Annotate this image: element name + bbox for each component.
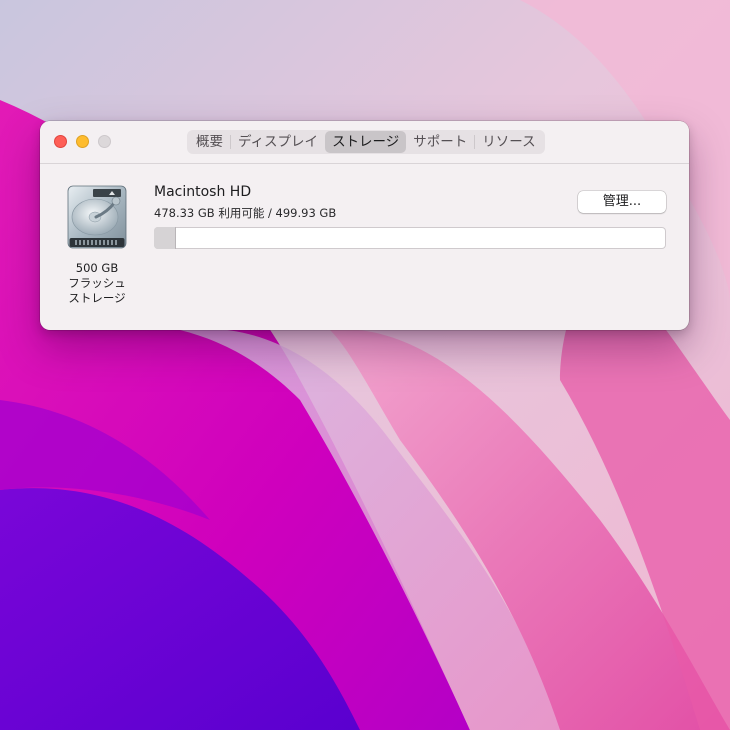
- storage-usage-fill: [154, 227, 177, 249]
- close-button[interactable]: [54, 135, 67, 148]
- tab-overview[interactable]: 概要: [189, 131, 230, 153]
- tab-bar: 概要 ディスプレイ ストレージ サポート リソース: [187, 130, 545, 154]
- storage-pane: 500 GB フラッシュ ストレージ Macintosh HD 478.33 G…: [40, 164, 689, 330]
- desktop: 概要 ディスプレイ ストレージ サポート リソース 500 GB フラッシュ ス…: [0, 0, 730, 730]
- manage-button[interactable]: 管理...: [578, 191, 666, 213]
- volume-usage: 478.33 GB 利用可能 / 499.93 GB: [154, 206, 337, 220]
- tab-displays[interactable]: ディスプレイ: [231, 131, 325, 153]
- zoom-button: [98, 135, 111, 148]
- wallpaper: [0, 0, 730, 730]
- minimize-button[interactable]: [76, 135, 89, 148]
- disk-type-line1: フラッシュ: [68, 276, 126, 290]
- storage-usage-bar: [154, 227, 666, 249]
- tab-support[interactable]: サポート: [406, 131, 474, 153]
- disk-capacity: 500 GB: [75, 261, 119, 275]
- disk-type-line2: ストレージ: [68, 291, 126, 305]
- hard-drive-icon: [67, 185, 127, 249]
- about-this-mac-window: 概要 ディスプレイ ストレージ サポート リソース 500 GB フラッシュ ス…: [40, 121, 689, 330]
- disk-caption: 500 GB フラッシュ ストレージ: [57, 261, 137, 306]
- tab-storage[interactable]: ストレージ: [325, 131, 407, 153]
- tab-resources[interactable]: リソース: [475, 131, 542, 153]
- title-bar: 概要 ディスプレイ ストレージ サポート リソース: [40, 121, 689, 164]
- volume-name: Macintosh HD: [154, 184, 252, 200]
